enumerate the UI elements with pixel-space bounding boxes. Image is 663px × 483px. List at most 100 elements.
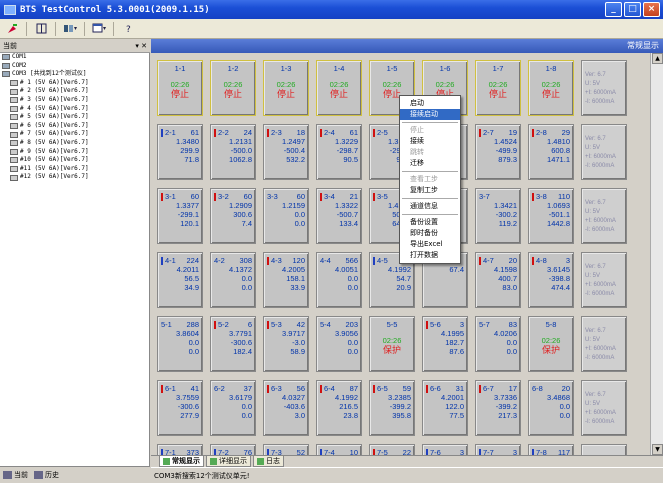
tree-device-item[interactable]: # 8 (5V 6A)[Ver6.7] (0, 139, 149, 148)
channel-cell[interactable]: 4-4 566 4.0051 0.0 0.0 (316, 252, 362, 308)
help-button[interactable]: ? (119, 21, 137, 37)
channel-cell[interactable]: 2-7 19 1.4524 -499.9 879.3 (475, 124, 521, 180)
channel-id: 2-8 (536, 128, 547, 137)
channel-cell[interactable]: 5-7 83 4.0206 0.0 0.0 (475, 316, 521, 372)
channel-current: -499.9 (495, 146, 517, 155)
channel-cell[interactable]: 2-8 29 1.4810 600.8 1471.1 (528, 124, 574, 180)
channel-voltage: 4.2011 (176, 265, 199, 274)
channel-cell[interactable]: 5-1 288 3.8604 0.0 0.0 (157, 316, 203, 372)
channel-cell[interactable]: 3-4 21 1.3322 -500.7 133.4 (316, 188, 362, 244)
channel-cell[interactable]: 2-4 61 1.3229 -298.7 90.5 (316, 124, 362, 180)
channel-cell[interactable]: 1-1 02:26 停止 (157, 60, 203, 116)
channel-cell[interactable]: 1-4 02:26 停止 (316, 60, 362, 116)
channel-step: 24 (243, 128, 252, 137)
channel-cell[interactable]: 6-8 20 3.4868 0.0 0.0 (528, 380, 574, 436)
channel-cell[interactable]: 6-3 56 4.0327 -403.6 3.0 (263, 380, 309, 436)
channel-cell[interactable]: 6-4 87 4.1992 216.5 23.8 (316, 380, 362, 436)
channel-capacity: 133.4 (339, 219, 358, 228)
tree-device-item[interactable]: # 2 (5V 6A)[Ver6.7] (0, 87, 149, 96)
new-button[interactable] (3, 21, 21, 37)
channel-current: -300.6 (177, 402, 199, 411)
scroll-up-arrow[interactable]: ▲ (652, 53, 663, 64)
vertical-scrollbar[interactable]: ▲ ▼ (650, 53, 663, 455)
tree-port-item[interactable]: COM1 (0, 53, 149, 62)
tab-log[interactable]: 日志 (253, 456, 284, 467)
channel-cell[interactable]: 5-8 02:26 保护 (528, 316, 574, 372)
channel-capacity: 217.3 (498, 411, 517, 420)
tile-button[interactable] (32, 21, 50, 37)
tree-device-item[interactable]: # 3 (5V 6A)[Ver6.7] (0, 96, 149, 105)
channel-cell[interactable]: 4-8 3 3.6145 -398.8 474.4 (528, 252, 574, 308)
tree-device-item[interactable]: #10 (5V 6A)[Ver6.7] (0, 156, 149, 165)
context-menu-item[interactable]: 打开数据 (400, 250, 460, 261)
context-menu-item[interactable]: 备份设置 (400, 217, 460, 228)
tree-device-item[interactable]: # 6 (5V 6A)[Ver6.7] (0, 122, 149, 131)
tree-device-item[interactable]: # 4 (5V 6A)[Ver6.7] (0, 105, 149, 114)
tree-device-item[interactable]: # 5 (5V 6A)[Ver6.7] (0, 113, 149, 122)
channel-cell[interactable]: 3-7 1.3421 -300.2 119.2 (475, 188, 521, 244)
channel-id: 4-4 (320, 256, 331, 265)
channel-cell[interactable]: 2-1 61 1.3480 299.9 71.8 (157, 124, 203, 180)
tree-device-item[interactable]: # 7 (5V 6A)[Ver6.7] (0, 130, 149, 139)
channel-cell[interactable]: 6-5 59 3.2385 -399.2 395.8 (369, 380, 415, 436)
channel-cell[interactable]: 3-1 60 1.3377 -299.1 120.1 (157, 188, 203, 244)
channel-cell[interactable]: 6-2 37 3.6179 0.0 0.0 (210, 380, 256, 436)
channel-id: 3-1 (165, 192, 176, 201)
channel-cell[interactable]: 2-3 18 1.2497 -500.4 532.2 (263, 124, 309, 180)
channel-cell[interactable]: 6-1 41 3.7559 -300.6 277.9 (157, 380, 203, 436)
unit-voltage: U: 5V (585, 337, 601, 343)
context-menu-item[interactable]: 导出Excel (400, 239, 460, 250)
channel-cell[interactable]: 4-7 20 4.1598 400.7 83.0 (475, 252, 521, 308)
context-menu-item[interactable]: 迁移 (400, 158, 460, 169)
channel-id: 1-5 (386, 64, 398, 73)
tree-port-item[interactable]: COM2 (0, 62, 149, 71)
context-menu-item[interactable]: 接续 (400, 136, 460, 147)
tab-history[interactable]: 历史 (34, 470, 59, 480)
tab-current[interactable]: 当前 (3, 470, 28, 480)
context-menu-item[interactable]: 复制工步 (400, 185, 460, 196)
window-button[interactable]: ▾ (90, 21, 108, 37)
discharge-indicator (479, 256, 481, 265)
context-menu-item[interactable]: 即时备份 (400, 228, 460, 239)
minimize-button[interactable]: _ (605, 2, 622, 17)
close-button[interactable]: × (643, 2, 660, 17)
tab-normal-view[interactable]: 常规显示 (159, 456, 204, 467)
maximize-button[interactable]: □ (624, 2, 641, 17)
tree-device-item[interactable]: #11 (5V 6A)[Ver6.7] (0, 165, 149, 174)
scroll-down-arrow[interactable]: ▼ (652, 444, 663, 455)
channel-cell[interactable]: 5-3 42 3.9717 -3.0 58.9 (263, 316, 309, 372)
channel-cell[interactable]: 5-2 6 3.7791 -300.6 182.4 (210, 316, 256, 372)
tree-device-item[interactable]: # 1 (5V 6A)[Ver6.7] (0, 79, 149, 88)
channel-cell[interactable]: 1-2 02:26 停止 (210, 60, 256, 116)
channel-cell[interactable]: 3-8 110 1.0693 -501.1 1442.8 (528, 188, 574, 244)
channel-current: 0.0 (559, 402, 570, 411)
context-menu-item[interactable]: 接续启动 (400, 109, 460, 120)
channel-cell[interactable]: 2-2 24 1.2131 -500.0 1062.8 (210, 124, 256, 180)
channel-cell[interactable]: 1-8 02:26 停止 (528, 60, 574, 116)
channel-cell[interactable]: 1-3 02:26 停止 (263, 60, 309, 116)
channel-cell[interactable]: 3-3 60 1.2159 0.0 0.0 (263, 188, 309, 244)
channel-capacity: 23.8 (343, 411, 358, 420)
channel-cell[interactable]: 4-2 308 4.1372 0.0 0.0 (210, 252, 256, 308)
channel-cell[interactable]: 3-2 60 1.2909 300.6 7.4 (210, 188, 256, 244)
channel-cell[interactable]: 1-7 02:26 停止 (475, 60, 521, 116)
channel-capacity: 1471.1 (547, 155, 570, 164)
tree-port-item[interactable]: COM3 [共找到12个测试仪] (0, 70, 149, 79)
channel-cell[interactable]: 6-7 17 3.7336 -399.2 217.3 (475, 380, 521, 436)
context-menu-item[interactable]: 通道信息 (400, 201, 460, 212)
channel-cell[interactable]: 4-1 224 4.2011 56.5 34.9 (157, 252, 203, 308)
channel-id: 4-1 (165, 256, 176, 265)
channel-cell[interactable]: 6-6 31 4.2001 122.0 77.5 (422, 380, 468, 436)
channel-step: 224 (186, 256, 199, 265)
channel-id: 3-4 (324, 192, 335, 201)
view-button[interactable]: ▾ (61, 21, 79, 37)
channel-cell[interactable]: 4-3 120 4.2005 158.1 33.9 (263, 252, 309, 308)
tree-device-item[interactable]: #12 (5V 6A)[Ver6.7] (0, 173, 149, 182)
tab-detail-view[interactable]: 详细显示 (206, 456, 251, 467)
channel-cell[interactable]: 5-5 02:26 保护 (369, 316, 415, 372)
channel-cell[interactable]: 5-4 203 3.9056 0.0 0.0 (316, 316, 362, 372)
pin-close-icon[interactable]: ▾ ✕ (135, 42, 147, 50)
context-menu-item[interactable]: 启动 (400, 98, 460, 109)
tree-device-item[interactable]: # 9 (5V 6A)[Ver6.7] (0, 148, 149, 157)
channel-cell[interactable]: 5-6 3 4.1995 182.7 87.6 (422, 316, 468, 372)
